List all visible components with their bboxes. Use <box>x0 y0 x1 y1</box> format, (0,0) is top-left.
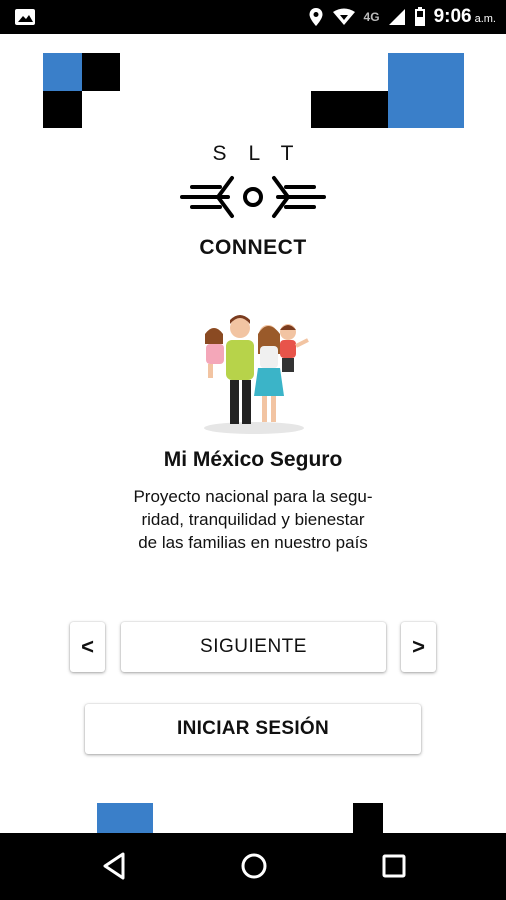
location-icon <box>309 8 323 26</box>
network-type: 4G <box>363 10 380 24</box>
family-illustration <box>204 315 309 434</box>
wifi-icon <box>332 8 355 25</box>
decor-block-blue-top-left <box>43 53 82 91</box>
clock: 9:06 a.m. <box>434 6 496 28</box>
decor-block-black-top-left-1 <box>82 53 120 91</box>
back-icon[interactable] <box>101 851 127 881</box>
clock-time: 9:06 <box>433 6 472 27</box>
logo-connect-text: CONNECT <box>199 236 307 259</box>
decor-block-blue-bottom <box>97 803 153 833</box>
battery-icon <box>414 7 425 26</box>
decor-block-black-top-left-2 <box>43 91 82 128</box>
clock-ampm: a.m. <box>474 13 496 25</box>
description-line: de las familias en nuestro país <box>138 533 368 552</box>
slt-connect-logo: SLT CONNECT <box>170 142 336 266</box>
decor-block-black-top-right <box>311 91 388 128</box>
status-bar: 4G 9:06 a.m. <box>0 0 506 34</box>
image-icon <box>15 9 35 25</box>
logo-letters: SLT <box>212 142 316 165</box>
description-line: ridad, tranquilidad y bienestar <box>141 510 365 529</box>
onboarding-nav: < SIGUIENTE > <box>0 622 506 674</box>
recents-icon[interactable] <box>381 851 407 881</box>
system-nav-bar <box>0 833 506 900</box>
previous-button[interactable]: < <box>70 622 105 672</box>
home-icon[interactable] <box>239 851 269 881</box>
login-button[interactable]: INICIAR SESIÓN <box>85 704 421 754</box>
description: Proyecto nacional para la segu- ridad, t… <box>100 485 406 554</box>
description-line: Proyecto nacional para la segu- <box>133 487 373 506</box>
next-arrow-button[interactable]: > <box>401 622 436 672</box>
page-title: Mi México Seguro <box>163 448 343 471</box>
decor-block-blue-top-right <box>388 53 464 128</box>
next-button[interactable]: SIGUIENTE <box>121 622 386 672</box>
logo-emblem <box>180 176 326 218</box>
signal-icon <box>388 9 405 25</box>
decor-block-black-bottom <box>353 803 383 833</box>
